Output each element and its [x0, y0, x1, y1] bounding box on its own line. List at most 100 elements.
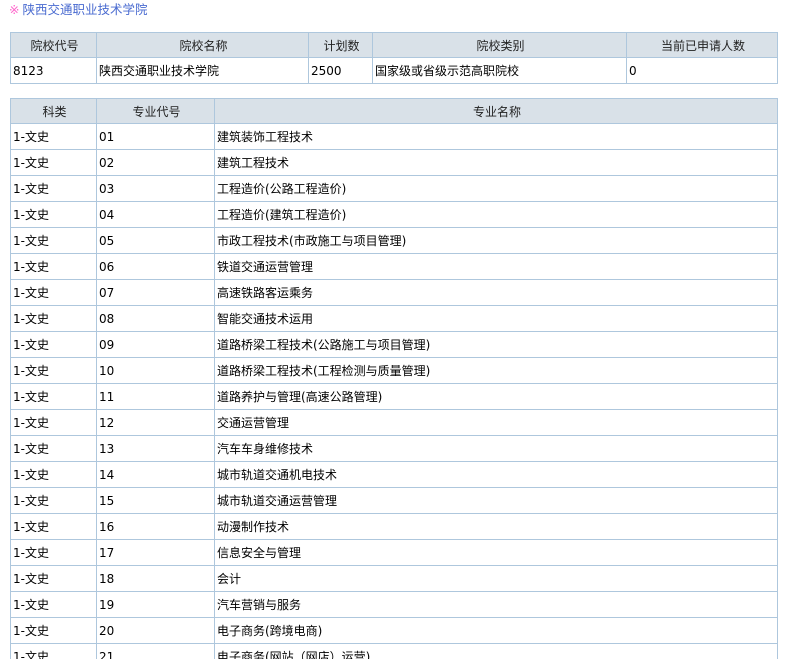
header-major-name: 专业名称: [214, 98, 778, 124]
cell-major-code: 20: [96, 617, 215, 644]
cell-subject-type: 1-文史: [10, 227, 97, 254]
table-row: 1-文史 07 高速铁路客运乘务: [10, 279, 778, 306]
cell-major-name: 汽车车身维修技术: [214, 435, 778, 462]
cell-major-name: 建筑工程技术: [214, 149, 778, 176]
cell-school-name: 陕西交通职业技术学院: [96, 57, 309, 84]
school-info-table: 院校代号 院校名称 计划数 院校类别 当前已申请人数 8123 陕西交通职业技术…: [10, 32, 778, 84]
cell-major-code: 11: [96, 383, 215, 410]
table-row: 1-文史 02 建筑工程技术: [10, 149, 778, 176]
page-title: ※ 陕西交通职业技术学院: [9, 2, 148, 18]
cell-subject-type: 1-文史: [10, 279, 97, 306]
cell-subject-type: 1-文史: [10, 591, 97, 618]
table-row: 1-文史 11 道路养护与管理(高速公路管理): [10, 383, 778, 410]
cell-subject-type: 1-文史: [10, 435, 97, 462]
cell-major-code: 05: [96, 227, 215, 254]
cell-major-code: 09: [96, 331, 215, 358]
header-school-name: 院校名称: [96, 32, 309, 58]
cell-major-name: 铁道交通运营管理: [214, 253, 778, 280]
note-mark: ※: [9, 2, 20, 17]
cell-major-name: 电子商务(跨境电商): [214, 617, 778, 644]
cell-major-name: 建筑装饰工程技术: [214, 123, 778, 150]
cell-subject-type: 1-文史: [10, 357, 97, 384]
cell-major-code: 01: [96, 123, 215, 150]
cell-major-code: 15: [96, 487, 215, 514]
school-name-title: 陕西交通职业技术学院: [22, 2, 148, 17]
cell-subject-type: 1-文史: [10, 201, 97, 228]
cell-subject-type: 1-文史: [10, 383, 97, 410]
cell-major-name: 会计: [214, 565, 778, 592]
header-school-code: 院校代号: [10, 32, 97, 58]
cell-subject-type: 1-文史: [10, 253, 97, 280]
cell-subject-type: 1-文史: [10, 305, 97, 332]
cell-major-name: 工程造价(公路工程造价): [214, 175, 778, 202]
table-row: 1-文史 12 交通运营管理: [10, 409, 778, 436]
cell-subject-type: 1-文史: [10, 643, 97, 659]
cell-subject-type: 1-文史: [10, 123, 97, 150]
cell-major-name: 动漫制作技术: [214, 513, 778, 540]
table-row: 1-文史 14 城市轨道交通机电技术: [10, 461, 778, 488]
school-table-header-row: 院校代号 院校名称 计划数 院校类别 当前已申请人数: [10, 32, 778, 58]
cell-subject-type: 1-文史: [10, 513, 97, 540]
cell-major-name: 信息安全与管理: [214, 539, 778, 566]
cell-major-name: 工程造价(建筑工程造价): [214, 201, 778, 228]
cell-major-code: 04: [96, 201, 215, 228]
header-plan-count: 计划数: [308, 32, 373, 58]
cell-subject-type: 1-文史: [10, 487, 97, 514]
cell-major-code: 12: [96, 409, 215, 436]
cell-major-code: 07: [96, 279, 215, 306]
cell-major-name: 汽车营销与服务: [214, 591, 778, 618]
cell-subject-type: 1-文史: [10, 331, 97, 358]
table-row: 1-文史 06 铁道交通运营管理: [10, 253, 778, 280]
table-row: 1-文史 19 汽车营销与服务: [10, 591, 778, 618]
table-row: 1-文史 03 工程造价(公路工程造价): [10, 175, 778, 202]
major-list-table: 科类 专业代号 专业名称 1-文史 01 建筑装饰工程技术 1-文史 02 建筑工程技术 1…: [10, 98, 778, 659]
cell-major-name: 道路桥梁工程技术(工程检测与质量管理): [214, 357, 778, 384]
cell-subject-type: 1-文史: [10, 617, 97, 644]
major-table-header-row: 科类 专业代号 专业名称: [10, 98, 778, 124]
cell-major-code: 10: [96, 357, 215, 384]
cell-major-name: 高速铁路客运乘务: [214, 279, 778, 306]
table-row: 1-文史 10 道路桥梁工程技术(工程检测与质量管理): [10, 357, 778, 384]
table-row: 1-文史 17 信息安全与管理: [10, 539, 778, 566]
table-row: 1-文史 20 电子商务(跨境电商): [10, 617, 778, 644]
header-school-category: 院校类别: [372, 32, 627, 58]
cell-major-code: 03: [96, 175, 215, 202]
cell-school-code: 8123: [10, 57, 97, 84]
cell-major-name: 城市轨道交通运营管理: [214, 487, 778, 514]
table-row: 1-文史 15 城市轨道交通运营管理: [10, 487, 778, 514]
page: ※ 陕西交通职业技术学院 院校代号 院校名称 计划数 院校类别 当前已申请人数 8…: [0, 0, 787, 659]
table-row: 1-文史 18 会计: [10, 565, 778, 592]
table-row: 1-文史 01 建筑装饰工程技术: [10, 123, 778, 150]
cell-subject-type: 1-文史: [10, 461, 97, 488]
table-row: 1-文史 16 动漫制作技术: [10, 513, 778, 540]
cell-major-name: 城市轨道交通机电技术: [214, 461, 778, 488]
cell-major-code: 14: [96, 461, 215, 488]
cell-major-name: 道路养护与管理(高速公路管理): [214, 383, 778, 410]
header-major-code: 专业代号: [96, 98, 215, 124]
cell-subject-type: 1-文史: [10, 175, 97, 202]
cell-major-name: 道路桥梁工程技术(公路施工与项目管理): [214, 331, 778, 358]
cell-major-code: 02: [96, 149, 215, 176]
cell-major-name: 市政工程技术(市政施工与项目管理): [214, 227, 778, 254]
cell-major-name: 智能交通技术运用: [214, 305, 778, 332]
cell-subject-type: 1-文史: [10, 409, 97, 436]
cell-major-code: 18: [96, 565, 215, 592]
table-row: 1-文史 21 电子商务(网站（网店）运营): [10, 643, 778, 659]
header-subject-type: 科类: [10, 98, 97, 124]
school-table-row: 8123 陕西交通职业技术学院 2500 国家级或省级示范高职院校 0: [10, 57, 778, 84]
cell-major-code: 08: [96, 305, 215, 332]
table-row: 1-文史 13 汽车车身维修技术: [10, 435, 778, 462]
cell-major-name: 交通运营管理: [214, 409, 778, 436]
cell-major-code: 21: [96, 643, 215, 659]
header-applicant-count: 当前已申请人数: [626, 32, 778, 58]
cell-major-name: 电子商务(网站（网店）运营): [214, 643, 778, 659]
cell-plan-count: 2500: [308, 57, 373, 84]
cell-subject-type: 1-文史: [10, 565, 97, 592]
cell-school-category: 国家级或省级示范高职院校: [372, 57, 627, 84]
cell-major-code: 06: [96, 253, 215, 280]
cell-major-code: 16: [96, 513, 215, 540]
cell-subject-type: 1-文史: [10, 149, 97, 176]
table-row: 1-文史 09 道路桥梁工程技术(公路施工与项目管理): [10, 331, 778, 358]
cell-subject-type: 1-文史: [10, 539, 97, 566]
cell-major-code: 13: [96, 435, 215, 462]
